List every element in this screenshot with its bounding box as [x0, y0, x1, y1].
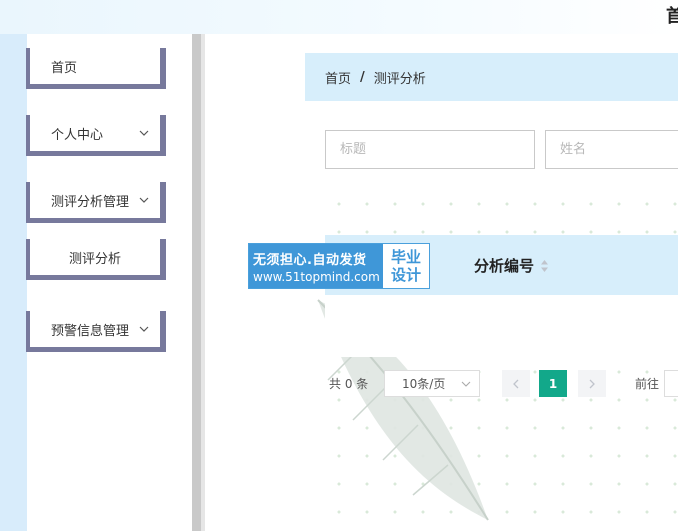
breadcrumb-separator: / — [360, 69, 365, 85]
pagination-total: 共 0 条 — [329, 377, 369, 391]
goto-label: 前往 — [635, 377, 660, 391]
next-page-button[interactable] — [578, 370, 606, 397]
page-number-button[interactable]: 1 — [539, 370, 567, 397]
sidebar-subitem-evaluation-analysis[interactable]: 测评分析 — [26, 239, 166, 280]
chevron-down-icon — [139, 130, 149, 136]
watermark-badge: 毕业 设计 — [383, 244, 429, 288]
sidebar-item-label: 测评分析管理 — [51, 194, 130, 210]
sidebar-item-label: 首页 — [51, 60, 78, 76]
column-header-analysis-number[interactable]: 分析编号 — [474, 255, 549, 276]
sidebar-splitter[interactable] — [192, 34, 205, 531]
sidebar — [0, 34, 192, 531]
name-search-input[interactable] — [545, 130, 678, 169]
sidebar-item-personal-center[interactable]: 个人中心 — [26, 115, 166, 156]
breadcrumb-home[interactable]: 首页 — [325, 68, 351, 87]
sidebar-item-warning-management[interactable]: 预警信息管理 — [26, 311, 166, 352]
watermark-badge-line1: 毕业 — [390, 248, 421, 266]
top-bar: 首 — [0, 0, 678, 34]
breadcrumb-current: 测评分析 — [373, 71, 426, 87]
watermark-text: 无须担心.自动发货 www.51topmind.com — [249, 244, 383, 288]
sidebar-item-evaluation-management[interactable]: 测评分析管理 — [26, 182, 166, 223]
page-size-select[interactable]: 10条/页 — [384, 370, 480, 397]
watermark-line2: www.51topmind.com — [253, 269, 380, 284]
watermark-line1: 无须担心.自动发货 — [253, 252, 367, 268]
table-body — [325, 295, 678, 357]
chevron-down-icon — [461, 381, 471, 387]
watermark-badge-line2: 设计 — [390, 266, 421, 284]
sidebar-item-home[interactable]: 首页 — [26, 48, 166, 89]
chevron-left-icon — [513, 379, 519, 388]
page-size-value: 10条/页 — [402, 377, 446, 391]
chevron-down-icon — [139, 326, 149, 332]
sidebar-item-label: 预警信息管理 — [51, 323, 130, 339]
title-search-input[interactable] — [325, 130, 535, 169]
app-title: 首 — [666, 6, 678, 27]
column-header-label: 分析编号 — [474, 257, 535, 275]
sidebar-item-label: 个人中心 — [51, 127, 104, 143]
sort-icon[interactable] — [540, 259, 549, 273]
breadcrumb: 首页 / 测评分析 — [305, 53, 678, 101]
goto-page-input[interactable] — [664, 370, 678, 397]
chevron-down-icon — [139, 197, 149, 203]
prev-page-button[interactable] — [502, 370, 530, 397]
sidebar-subitem-label: 测评分析 — [68, 251, 121, 267]
chevron-right-icon — [589, 379, 595, 388]
watermark-banner: 无须担心.自动发货 www.51topmind.com 毕业 设计 — [248, 243, 430, 289]
